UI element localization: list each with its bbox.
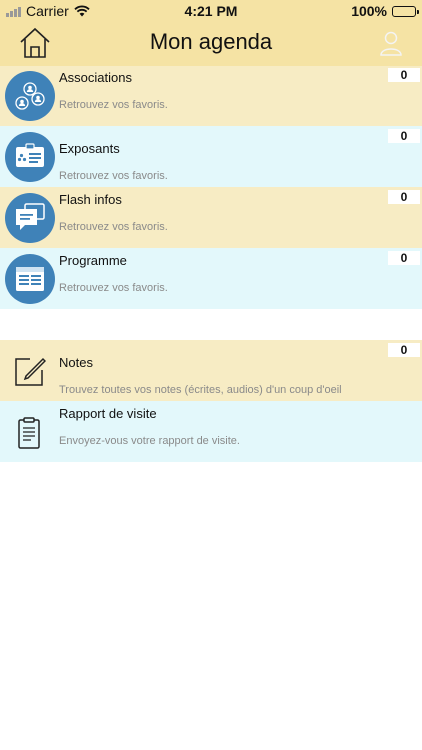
list-item-label: Notes xyxy=(59,355,93,370)
list-item-notes[interactable]: Notes Trouvez toutes vos notes (écrites,… xyxy=(0,340,422,401)
list-item-flash-infos[interactable]: Flash infos Retrouvez vos favoris. 0 xyxy=(0,187,422,248)
count-badge: 0 xyxy=(388,68,420,82)
list-item-rapport-de-visite[interactable]: Rapport de visite Envoyez-vous votre rap… xyxy=(0,401,422,462)
clipboard-icon xyxy=(18,417,40,449)
list-item-subtitle: Retrouvez vos favoris. xyxy=(59,170,168,182)
calendar-icon xyxy=(5,254,55,304)
user-icon[interactable] xyxy=(378,30,404,56)
list-item-subtitle: Trouvez toutes vos notes (écrites, audio… xyxy=(59,384,342,396)
status-bar: Carrier 4:21 PM 100% xyxy=(0,0,422,22)
count-badge: 0 xyxy=(388,251,420,265)
count-badge: 0 xyxy=(388,343,420,357)
list-item-exposants[interactable]: Exposants Retrouvez vos favoris. 0 xyxy=(0,126,422,187)
list-item-label: Flash infos xyxy=(59,192,122,207)
count-badge: 0 xyxy=(388,129,420,143)
list-item-label: Rapport de visite xyxy=(59,406,157,421)
list-item-subtitle: Envoyez-vous votre rapport de visite. xyxy=(59,435,240,447)
list-item-subtitle: Retrouvez vos favoris. xyxy=(59,282,168,294)
list-item-associations[interactable]: Associations Retrouvez vos favoris. 0 xyxy=(0,66,422,126)
battery-icon xyxy=(392,5,419,17)
list-item-label: Associations xyxy=(59,70,132,85)
badge-icon xyxy=(5,132,55,182)
page-title: Mon agenda xyxy=(149,29,273,54)
count-badge: 0 xyxy=(388,190,420,204)
list-item-subtitle: Retrouvez vos favoris. xyxy=(59,221,168,233)
battery-percent: 100% xyxy=(351,3,387,19)
chat-bubbles-icon xyxy=(5,193,55,243)
list-item-label: Exposants xyxy=(59,141,120,156)
list-item-programme[interactable]: Programme Retrouvez vos favoris. 0 xyxy=(0,248,422,309)
associations-icon xyxy=(5,71,55,121)
list-item-label: Programme xyxy=(59,253,127,268)
list-item-subtitle: Retrouvez vos favoris. xyxy=(59,99,168,111)
edit-note-icon xyxy=(15,357,46,386)
header-bar: Carrier 4:21 PM 100% Mon agenda xyxy=(0,0,422,66)
